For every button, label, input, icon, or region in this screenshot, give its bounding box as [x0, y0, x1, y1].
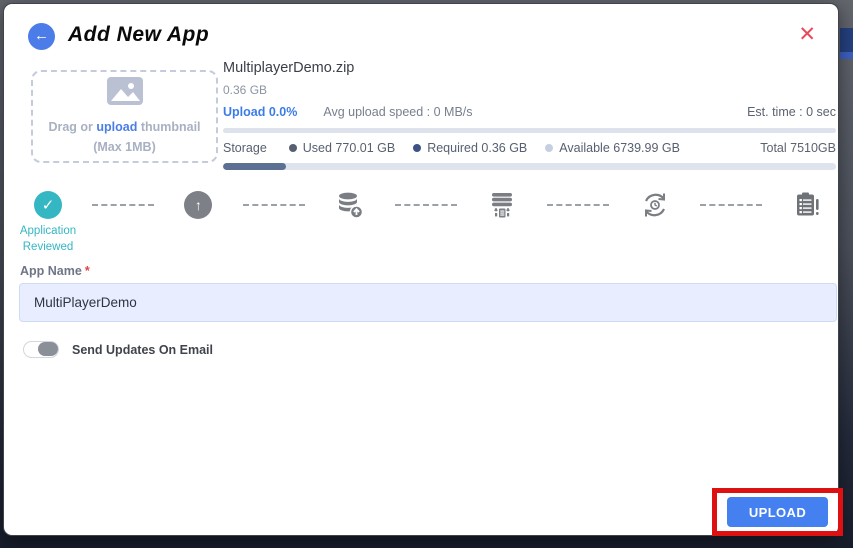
step-distribute [487, 190, 517, 220]
step-connector [92, 204, 154, 206]
file-info-block: MultiplayerDemo.zip 0.36 GB Upload 0.0% … [223, 60, 836, 170]
drag-text: Drag or [48, 120, 96, 134]
step-connector [243, 204, 305, 206]
background-page-fragment-light [840, 52, 853, 59]
arrow-left-icon: ← [34, 27, 49, 44]
used-dot [289, 144, 297, 152]
step-sync [640, 190, 670, 220]
storage-total: Total 7510GB [760, 141, 836, 155]
file-size: 0.36 GB [223, 83, 836, 97]
storage-required: Required 0.36 GB [427, 141, 527, 155]
step-upload: ↑ [184, 191, 212, 219]
email-updates-label: Send Updates On Email [72, 343, 213, 357]
database-upload-icon [335, 190, 365, 220]
step-database-upload [335, 190, 365, 220]
upload-steps: ✓ Application Reviewed ↑ [34, 188, 822, 222]
annotation-highlight-box: UPLOAD [712, 488, 843, 536]
page-title: Add New App [68, 23, 209, 47]
upload-button[interactable]: UPLOAD [727, 497, 828, 527]
estimated-time: Est. time : 0 sec [747, 105, 836, 119]
clipboard-list-icon [792, 190, 822, 220]
toggle-knob [38, 342, 58, 356]
step-review-list [792, 190, 822, 220]
arrow-up-circle-icon: ↑ [184, 191, 212, 219]
background-page-fragment [840, 28, 853, 54]
available-dot [545, 144, 553, 152]
storage-legend: Used 770.01 GB Required 0.36 GB Availabl… [289, 141, 680, 155]
storage-bar [223, 163, 836, 170]
thumbnail-text: thumbnail [137, 120, 200, 134]
step-application-reviewed-label: Application Reviewed [0, 224, 96, 255]
upload-link[interactable]: upload [96, 120, 137, 134]
sync-icon [640, 190, 670, 220]
upload-progress-bar [223, 128, 836, 133]
step-application-reviewed: ✓ Application Reviewed [34, 191, 62, 219]
step-connector [700, 204, 762, 206]
storage-used: Used 770.01 GB [303, 141, 395, 155]
app-name-label: App Name* [20, 264, 90, 278]
step-connector [547, 204, 609, 206]
server-distribute-icon [487, 190, 517, 220]
upload-percent: Upload 0.0% [223, 105, 297, 119]
step-connector [395, 204, 457, 206]
thumbnail-dropzone[interactable]: Drag or upload thumbnail (Max 1MB) [31, 70, 218, 163]
max-size-note: (Max 1MB) [93, 140, 156, 154]
required-dot [413, 144, 421, 152]
storage-label: Storage [223, 141, 267, 155]
email-updates-toggle-row[interactable]: Send Updates On Email [23, 341, 213, 358]
email-updates-toggle[interactable] [23, 341, 59, 358]
close-icon[interactable]: ✕ [798, 24, 816, 45]
avg-upload-speed: Avg upload speed : 0 MB/s [323, 105, 472, 119]
image-icon [106, 76, 144, 111]
check-circle-icon: ✓ [34, 191, 62, 219]
file-name: MultiplayerDemo.zip [223, 60, 836, 76]
back-button[interactable]: ← [28, 23, 55, 50]
storage-bar-fill [223, 163, 286, 170]
storage-available: Available 6739.99 GB [559, 141, 680, 155]
required-asterisk: * [85, 264, 90, 278]
app-name-input[interactable] [19, 283, 837, 322]
add-new-app-dialog: ← Add New App ✕ Drag or upload thumbnail… [3, 3, 839, 536]
dropzone-text: Drag or upload thumbnail (Max 1MB) [48, 118, 200, 157]
